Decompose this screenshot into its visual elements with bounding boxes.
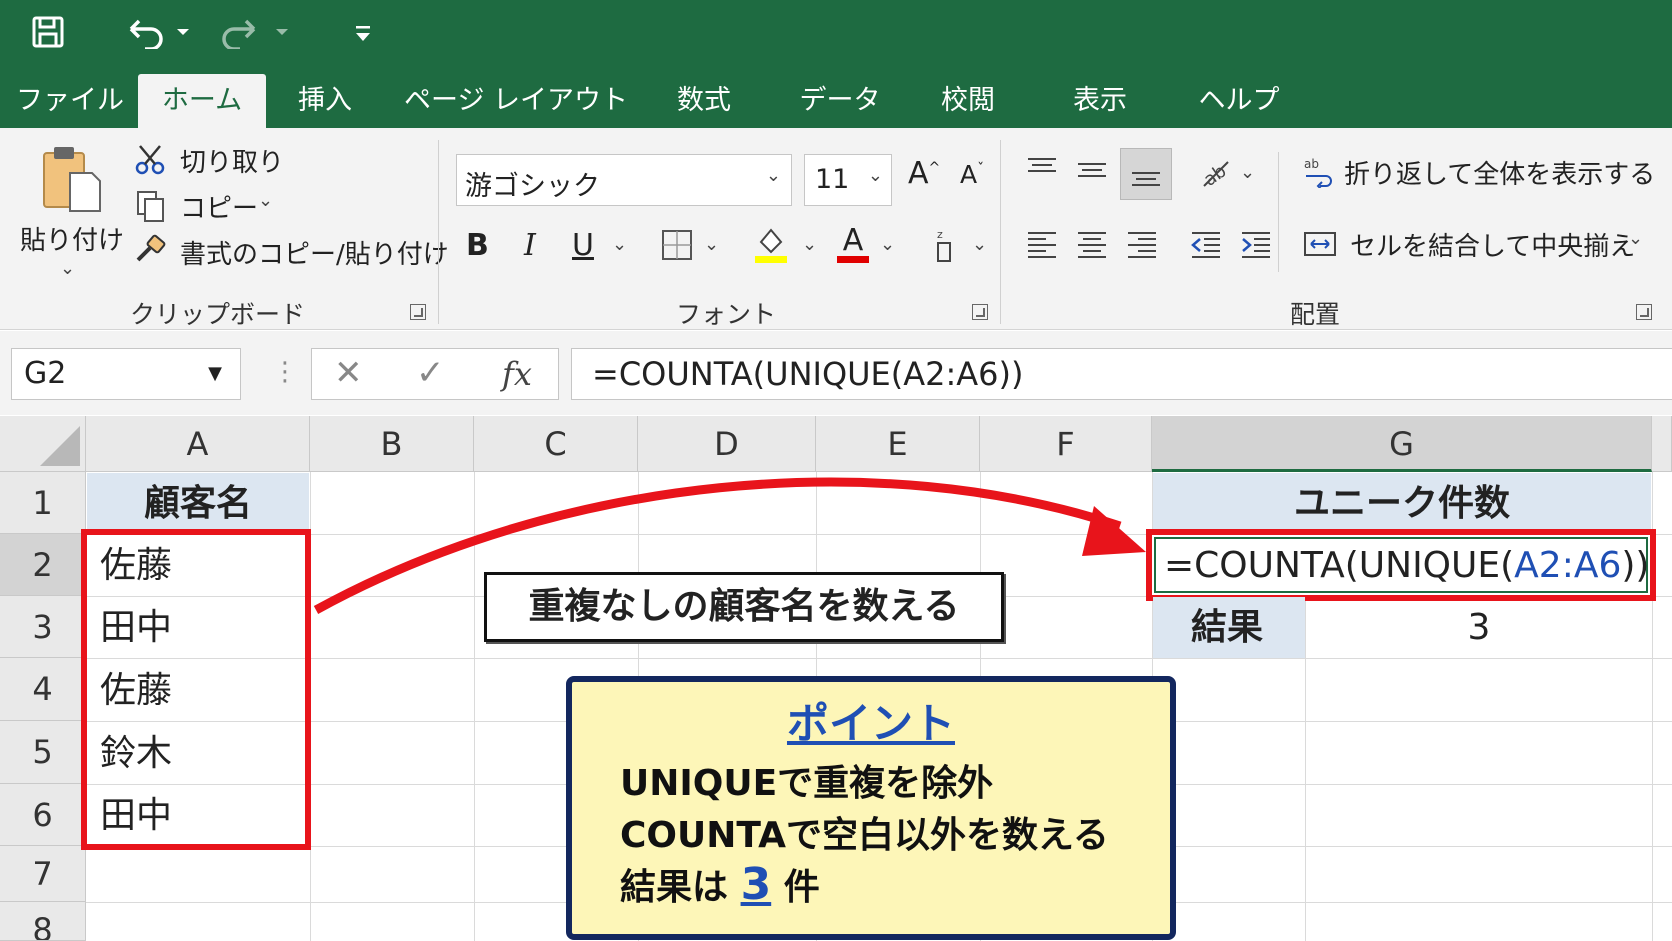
wrap-text-icon[interactable]: ab [1300,154,1336,190]
point-title: ポイント [786,699,955,748]
underline-button[interactable]: U [572,228,594,263]
paste-icon[interactable] [36,142,106,216]
tab-formulas[interactable]: 数式 [664,74,744,128]
format-painter-label[interactable]: 書式のコピー/貼り付け [180,234,449,271]
copy-icon[interactable] [132,188,168,224]
format-painter-icon[interactable] [132,232,168,268]
name-box-value: G2 [24,356,67,391]
insert-function-icon[interactable]: fx [502,355,532,393]
copy-dropdown-icon[interactable]: ⌄ [258,190,273,211]
decrease-indent-icon[interactable] [1188,224,1224,264]
svg-text:z: z [937,228,943,241]
align-top-icon[interactable] [1024,150,1060,190]
tab-page-layout[interactable]: ページ レイアウト [404,74,628,128]
phonetic-dropdown-icon[interactable]: ⌄ [972,234,987,255]
ribbon-separator [1000,140,1001,324]
save-icon[interactable] [28,12,68,52]
alignment-launcher-icon[interactable] [1636,304,1652,320]
cut-icon[interactable] [132,142,168,178]
tab-insert[interactable]: 挿入 [284,74,366,128]
wrap-text-button[interactable]: 折り返して全体を表示する [1344,154,1655,191]
merge-center-button[interactable]: セルを結合して中央揃え [1350,226,1635,263]
redo-icon[interactable] [218,12,294,52]
font-name-value: 游ゴシック [465,171,600,202]
align-middle-icon[interactable] [1074,150,1110,190]
chevron-down-icon: ⌄ [867,165,883,186]
align-left-icon[interactable] [1024,224,1060,264]
borders-icon[interactable] [660,228,694,262]
orientation-icon[interactable]: ab [1196,152,1236,192]
callout-box: 重複なしの顧客名を数える [484,572,1004,642]
cut-button-label[interactable]: 切り取り [180,142,284,179]
customize-icon[interactable] [350,12,376,52]
bold-button[interactable]: B [466,228,489,263]
increase-indent-icon[interactable] [1238,224,1274,264]
alignment-group-label: 配置 [1290,300,1341,329]
italic-button[interactable]: I [524,228,536,263]
enter-icon[interactable]: ✓ [416,353,445,393]
phonetic-guide-icon[interactable]: z [930,226,958,264]
more-options-icon[interactable]: ⋮ [272,357,298,387]
font-size-value: 11 [815,164,850,195]
paste-dropdown-icon[interactable]: ⌄ [60,258,75,279]
chevron-down-icon: ▼ [208,363,222,384]
font-color-letter: A [842,222,864,258]
fill-color-icon[interactable] [752,224,790,264]
orientation-dropdown-icon[interactable]: ⌄ [1240,162,1255,183]
ribbon-separator [438,140,439,324]
shrink-font-letter: A [960,160,978,189]
font-group-label: フォント [676,300,777,329]
ribbon: 貼り付け ⌄ 切り取り コピー ⌄ 書式のコピー/貼り付け クリップボード 游ゴ… [0,128,1672,330]
point-line-3-prefix: 結果は [620,867,729,908]
chevron-down-icon: ⌄ [765,165,781,186]
shrink-font-button[interactable]: Aˇ [960,160,984,189]
grow-font-letter: A [908,156,929,191]
tab-help[interactable]: ヘルプ [1186,74,1292,128]
point-line-3-suffix: 件 [783,867,820,908]
formula-input[interactable]: =COUNTA(UNIQUE(A2:A6)) [571,348,1672,400]
clipboard-launcher-icon[interactable] [410,304,426,320]
formula-bar: G2 ▼ ⋮ ✕ ✓ fx =COUNTA(UNIQUE(A2:A6)) [0,331,1672,415]
point-box: ポイント UNIQUEで重複を除外 COUNTAで空白以外を数える 結果は 3 … [566,676,1176,940]
point-line-3-value: 3 [740,859,772,910]
tab-data[interactable]: データ [794,74,886,128]
underline-dropdown-icon[interactable]: ⌄ [612,234,627,255]
point-line-3: 結果は 3 件 [620,858,820,910]
undo-icon[interactable] [122,12,194,52]
title-bar [0,0,1672,66]
font-color-icon[interactable]: A [834,224,872,264]
tab-file[interactable]: ファイル [16,74,124,128]
paste-button-label[interactable]: 貼り付け [20,220,124,257]
grow-font-button[interactable]: A^ [908,156,940,191]
tab-review[interactable]: 校閲 [928,74,1008,128]
point-line-1: UNIQUEで重複を除外 [620,763,994,804]
tab-home[interactable]: ホーム [138,74,266,128]
copy-button-label[interactable]: コピー [180,188,258,225]
ribbon-separator [1278,152,1279,272]
align-right-icon[interactable] [1124,224,1160,264]
clipboard-group-label: クリップボード [130,300,306,329]
borders-dropdown-icon[interactable]: ⌄ [704,234,719,255]
font-launcher-icon[interactable] [972,304,988,320]
font-size-dropdown[interactable]: 11 ⌄ [804,154,892,206]
font-name-dropdown[interactable]: 游ゴシック ⌄ [456,154,792,206]
cancel-icon[interactable]: ✕ [334,353,363,393]
align-center-icon[interactable] [1074,224,1110,264]
align-bottom-icon[interactable] [1120,148,1172,200]
merge-center-icon[interactable] [1302,224,1338,264]
merge-dropdown-icon[interactable]: ⌄ [1628,228,1643,249]
name-box[interactable]: G2 ▼ [11,348,241,400]
tab-view[interactable]: 表示 [1060,74,1140,128]
point-line-2: COUNTAで空白以外を数える [620,815,1109,856]
svg-text:ab: ab [1304,157,1319,171]
font-color-swatch [837,255,869,263]
formula-buttons: ✕ ✓ fx [311,348,559,400]
ribbon-tabs: ファイル ホーム 挿入 ページ レイアウト 数式 データ 校閲 表示 ヘルプ [0,66,1672,128]
worksheet-grid: A B C D E F G 1 2 3 4 5 6 7 8 顧客名 佐藤 田中 … [0,416,1672,941]
font-color-dropdown-icon[interactable]: ⌄ [880,234,895,255]
fill-color-dropdown-icon[interactable]: ⌄ [802,234,817,255]
